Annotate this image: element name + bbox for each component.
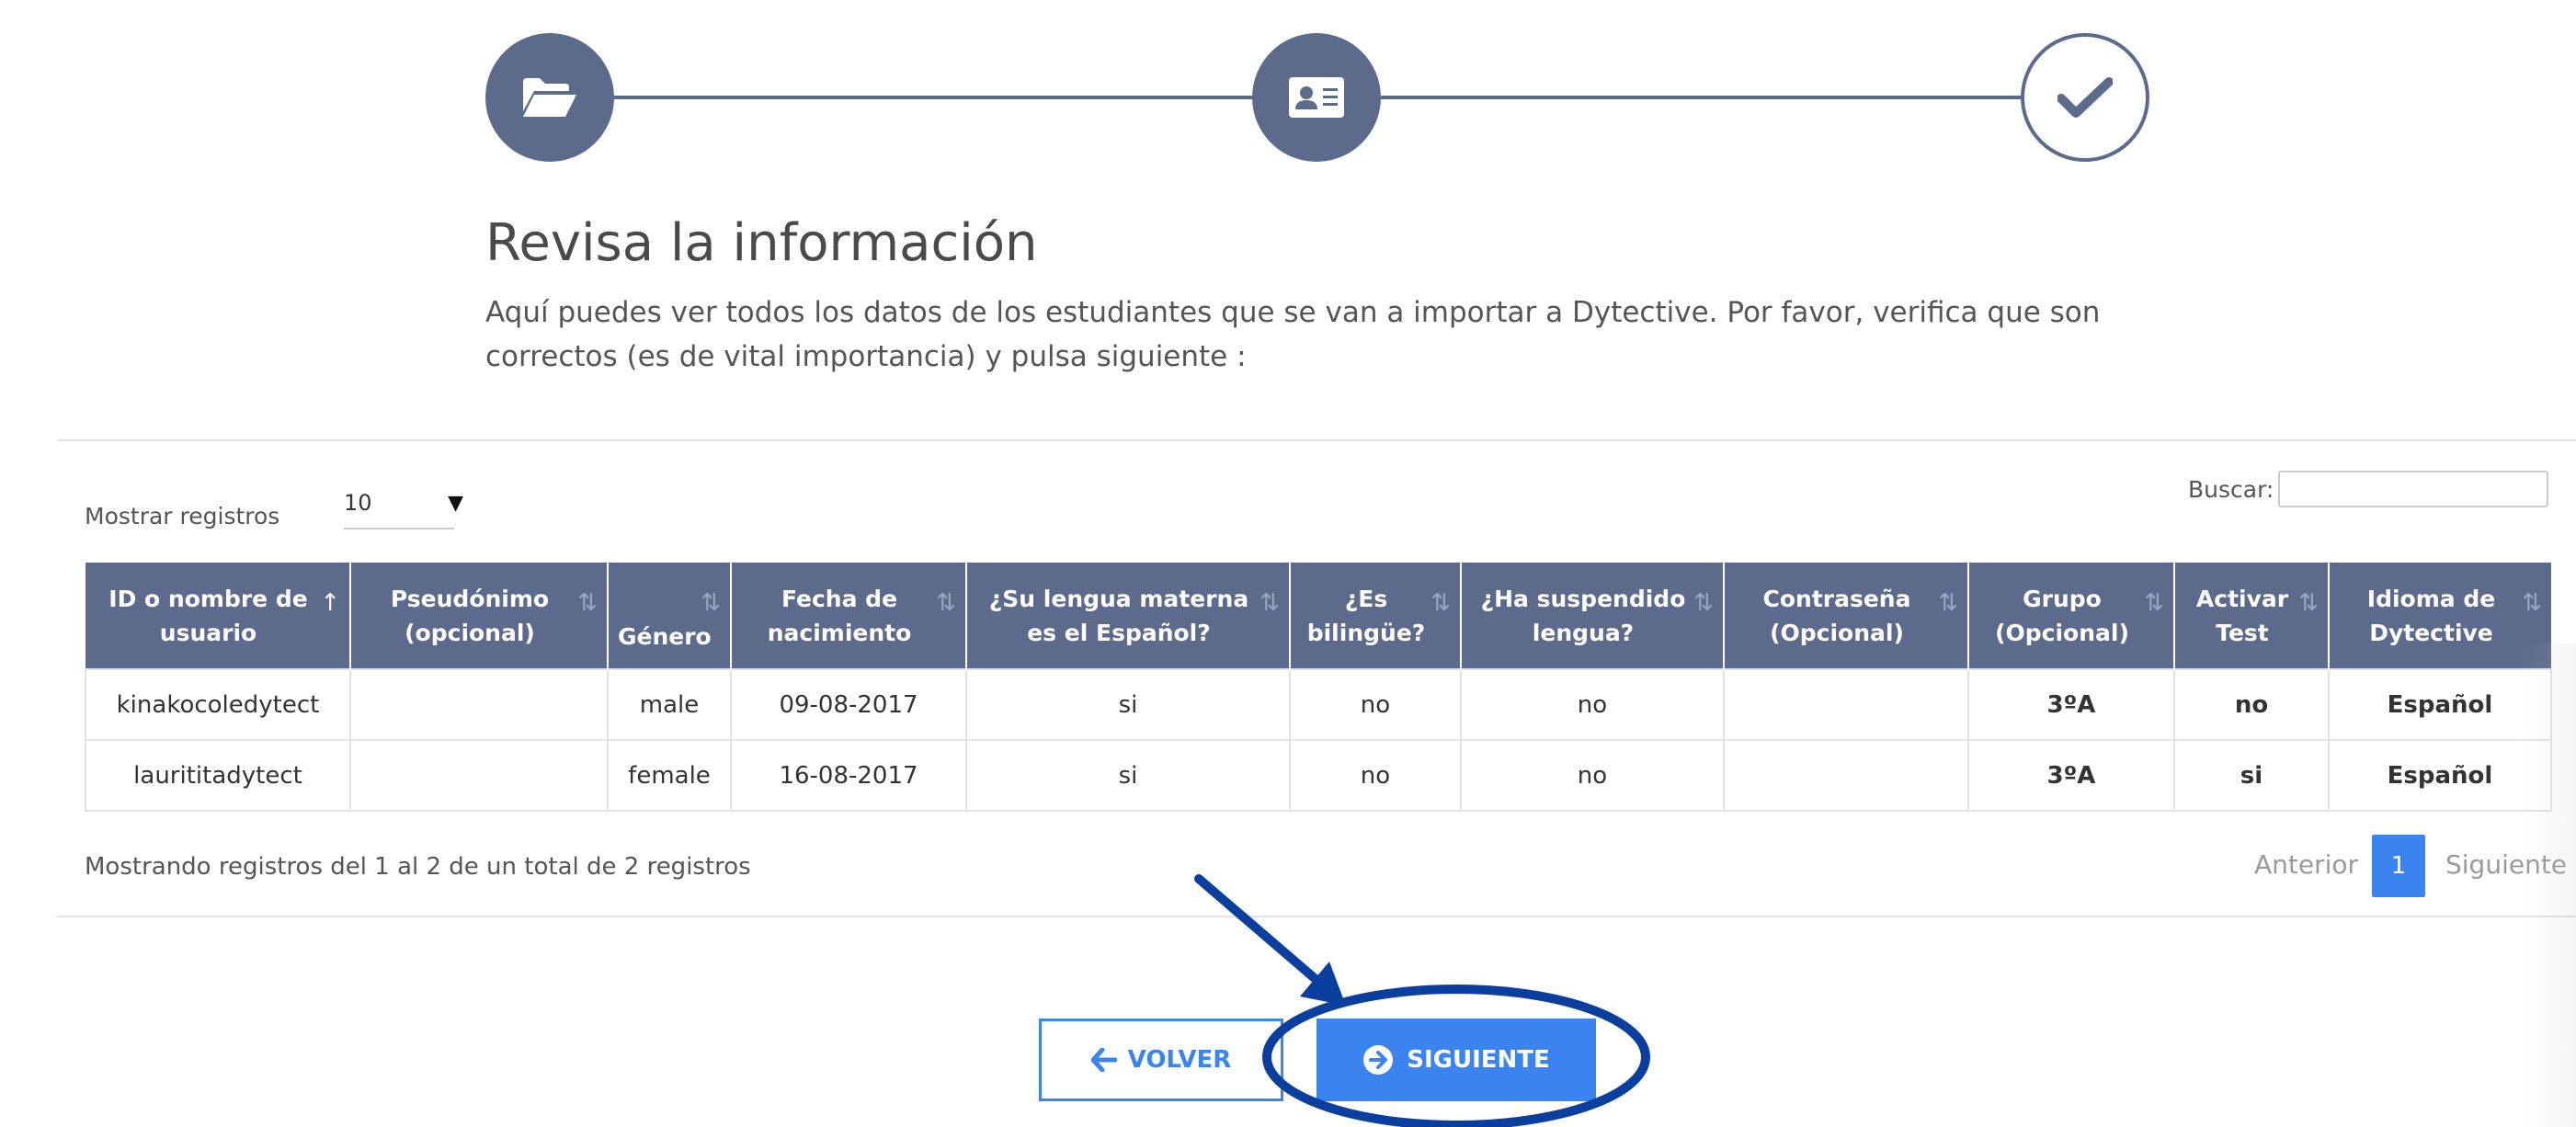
page-edge-shadow (2521, 643, 2576, 1127)
annotation-arrow-shaft (1194, 874, 1321, 985)
highlight-ellipse (1262, 985, 1650, 1127)
annotation-overlay (1194, 874, 1650, 1127)
